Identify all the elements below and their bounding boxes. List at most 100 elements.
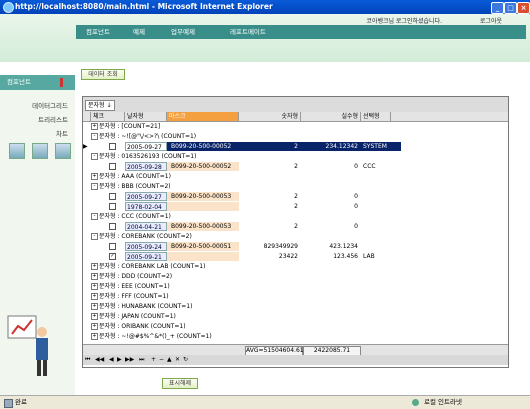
real-cell[interactable]: 423.1234 <box>301 242 361 251</box>
last-record-icon[interactable]: ⏭ <box>139 355 144 365</box>
first-record-icon[interactable]: ⏮ <box>85 355 90 365</box>
collapse-icon[interactable]: - <box>91 153 98 160</box>
group-row[interactable]: + 문자형 : [COUNT=21] <box>83 122 508 131</box>
prev-page-icon[interactable]: ◀◀ <box>95 355 104 365</box>
real-cell[interactable]: 234.12342 <box>301 142 361 151</box>
tree-tool-icon[interactable] <box>32 143 48 159</box>
date-cell[interactable]: 2005-09-28 <box>125 162 167 171</box>
table-row[interactable]: 2005-09-27 B099-20-500-00053 2 0 <box>83 192 508 201</box>
select-cell[interactable] <box>361 202 401 211</box>
group-row[interactable]: + 문자형 : FFF (COUNT=1) <box>83 292 508 301</box>
row-checkbox[interactable] <box>109 223 116 230</box>
col-check[interactable]: 체크 <box>91 112 125 121</box>
cancel-record-icon[interactable]: ✕ <box>175 355 180 365</box>
real-cell[interactable]: 0 <box>301 192 361 201</box>
expand-icon[interactable]: + <box>91 293 98 300</box>
nav-item-report[interactable]: 레포트메이트 <box>230 25 266 39</box>
expand-icon[interactable]: + <box>91 283 98 290</box>
data-grid[interactable]: 문자형 ↓ 체크 날자형 마스크 숫자형 실수형 선택형 + 문자형 : [COU… <box>82 96 509 368</box>
sidebar-item-datagrid[interactable]: 데이터그리드 <box>32 100 68 110</box>
refresh-icon[interactable]: ↻ <box>183 355 188 365</box>
mask-cell[interactable]: B099-20-500-00052 <box>167 162 239 171</box>
col-real[interactable]: 실수형 <box>301 112 361 121</box>
delete-record-icon[interactable]: − <box>159 355 164 365</box>
row-checkbox[interactable]: ✓ <box>109 253 116 260</box>
mask-cell[interactable]: B099-20-500-00053 <box>167 222 239 231</box>
logout-link[interactable]: 로그아웃 <box>480 16 502 25</box>
sidebar-item-chart[interactable]: 차트 <box>56 128 68 138</box>
expand-icon[interactable]: + <box>91 313 98 320</box>
nav-item-business[interactable]: 업무예제 <box>171 25 195 39</box>
grid-tool-icon[interactable] <box>9 143 25 159</box>
table-row[interactable]: 1978-02-04 2 0 <box>83 202 508 211</box>
row-checkbox[interactable] <box>109 243 116 250</box>
table-row[interactable]: 2005-09-28 B099-20-500-00052 2 0 CCC <box>83 162 508 171</box>
collapse-icon[interactable]: - <box>91 233 98 240</box>
expand-icon[interactable]: + <box>91 333 98 340</box>
date-cell[interactable]: 1978-02-04 <box>125 202 167 211</box>
real-cell[interactable]: 0 <box>301 222 361 231</box>
table-row[interactable]: 2004-04-21 B099-20-500-00053 2 0 <box>83 222 508 231</box>
expand-icon[interactable]: + <box>91 263 98 270</box>
number-cell[interactable]: 2 <box>239 142 301 151</box>
group-row[interactable]: + 문자형 : AAA (COUNT=1) <box>83 172 508 181</box>
number-cell[interactable]: 829349929 <box>239 242 301 251</box>
group-chip[interactable]: 문자형 ↓ <box>85 100 115 111</box>
toggle-display-button[interactable]: 표시해제 <box>162 378 198 389</box>
prev-record-icon[interactable]: ◀ <box>109 355 114 365</box>
table-row[interactable]: ▶ 2005-09-27 B099-20-500-00052 2 234.12342 SY… <box>83 142 508 151</box>
collapse-icon[interactable]: - <box>91 133 98 140</box>
real-cell[interactable]: 0 <box>301 202 361 211</box>
number-cell[interactable]: 2 <box>239 162 301 171</box>
grid-navigator[interactable]: ⏮ ◀◀ ◀ ▶ ▶▶ ⏭ + − ▲ ✕ ↻ <box>83 355 508 365</box>
data-query-button[interactable]: 데이터 조회 <box>81 69 125 80</box>
col-date[interactable]: 날자형 <box>125 112 167 121</box>
group-row[interactable]: + 문자형 : ~!@#$%^&*()_+ (COUNT=1) <box>83 332 508 341</box>
number-cell[interactable]: 23422 <box>239 252 301 261</box>
next-record-icon[interactable]: ▶ <box>117 355 122 365</box>
row-checkbox[interactable] <box>109 203 116 210</box>
add-record-icon[interactable]: + <box>151 355 156 365</box>
col-select[interactable]: 선택형 <box>361 112 391 121</box>
row-checkbox[interactable] <box>109 163 116 170</box>
next-page-icon[interactable]: ▶▶ <box>125 355 134 365</box>
select-cell[interactable]: CCC <box>361 162 401 171</box>
sidebar-item-treelist[interactable]: 트리리스트 <box>38 114 68 124</box>
group-row[interactable]: - 문자형 : COREBANK (COUNT=2) <box>83 232 508 241</box>
chart-tool-icon[interactable] <box>55 143 71 159</box>
mask-cell[interactable] <box>167 252 239 261</box>
table-row[interactable]: ✓ 2005-09-21 23422 123.456 LAB <box>83 252 508 261</box>
col-number[interactable]: 숫자형 <box>239 112 301 121</box>
mask-cell[interactable] <box>167 202 239 211</box>
real-cell[interactable]: 123.456 <box>301 252 361 261</box>
mask-cell[interactable]: B099-20-500-00053 <box>167 192 239 201</box>
expand-icon[interactable]: + <box>91 273 98 280</box>
mask-cell[interactable]: B099-20-500-00051 <box>167 242 239 251</box>
close-icon[interactable]: × <box>517 2 530 14</box>
post-record-icon[interactable]: ▲ <box>167 355 172 365</box>
row-checkbox[interactable] <box>109 193 116 200</box>
number-cell[interactable]: 2 <box>239 192 301 201</box>
group-row[interactable]: - 문자형 : CCC (COUNT=1) <box>83 212 508 221</box>
select-cell[interactable] <box>361 242 401 251</box>
group-row[interactable]: + 문자형 : JAPAN (COUNT=1) <box>83 312 508 321</box>
expand-icon[interactable]: + <box>91 173 98 180</box>
maximize-icon[interactable]: □ <box>504 2 517 14</box>
number-cell[interactable]: 2 <box>239 202 301 211</box>
date-cell[interactable]: 2005-09-27 <box>125 142 167 151</box>
group-row[interactable]: + 문자형 : COREBANK LAB (COUNT=1) <box>83 262 508 271</box>
number-cell[interactable]: 2 <box>239 222 301 231</box>
group-row[interactable]: + 문자형 : HUNABANK (COUNT=1) <box>83 302 508 311</box>
minimize-icon[interactable]: _ <box>491 2 504 14</box>
collapse-icon[interactable]: - <box>91 213 98 220</box>
group-row[interactable]: + 문자형 : ORIBANK (COUNT=1) <box>83 322 508 331</box>
row-checkbox[interactable] <box>109 143 116 150</box>
expand-icon[interactable]: + <box>91 323 98 330</box>
select-cell[interactable] <box>361 222 401 231</box>
date-cell[interactable]: 2005-09-27 <box>125 192 167 201</box>
group-row[interactable]: + 문자형 : DDD (COUNT=2) <box>83 272 508 281</box>
table-row[interactable]: 2005-09-24 B099-20-500-00051 829349929 423.… <box>83 242 508 251</box>
select-cell[interactable]: SYSTEM <box>361 142 401 151</box>
mask-cell[interactable]: B099-20-500-00052 <box>167 142 239 151</box>
select-cell[interactable] <box>361 192 401 201</box>
